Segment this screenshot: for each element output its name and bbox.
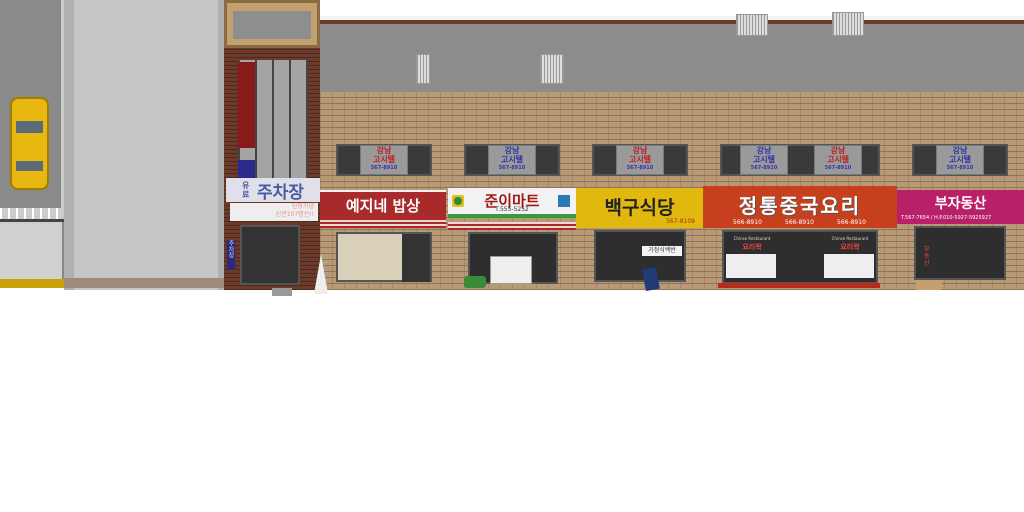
vertical-blue-sign	[238, 160, 255, 178]
red-step	[718, 283, 880, 288]
vertical-red-sign	[238, 62, 255, 148]
awning	[320, 218, 446, 228]
shop-sign-juni-mart: 준이마트 T.555-5252	[448, 188, 576, 218]
storefront-chinese[interactable]: Chinse Restaurant 요리왁 Chinse Restaurant …	[722, 230, 878, 284]
awning	[448, 222, 576, 230]
parking-name: 주차장	[257, 182, 304, 203]
rubble	[64, 278, 224, 288]
storefront-buja[interactable]: 부동산	[914, 226, 1006, 280]
drink-cooler	[490, 256, 532, 284]
parking-door[interactable]	[240, 225, 300, 285]
parking-sign: 유료 주차장	[226, 178, 320, 203]
bags	[464, 276, 486, 288]
gositel-sign: 강남 고시텔 567-8910	[360, 145, 408, 175]
parking-small: 유료	[242, 181, 250, 199]
shop-sign-buja: 부자동산 T.567-7654 / H.P.010-5927-5925927	[897, 190, 1024, 224]
side-sign: 주차장	[227, 240, 235, 270]
shop-sign-baekgu: 백구식당 567-8109	[576, 188, 703, 228]
shop-sign-yejine: 예지네 밥상	[320, 190, 446, 218]
ac-unit	[540, 54, 564, 84]
parking-banner: 단장기념 신관107명선!!	[230, 203, 318, 221]
banner-line-2: 신관107명선!!	[275, 211, 314, 218]
gositel-sign: 강남 고시텔 567-8910	[740, 145, 788, 175]
tall-building-top	[224, 0, 320, 48]
shop-sign-chinese: 정통중국요리 566-8910 566-8910 566-8910	[703, 186, 897, 228]
mart-logo-icon	[452, 195, 464, 207]
fence	[0, 208, 64, 222]
storefront-yejine[interactable]	[336, 232, 432, 282]
ac-unit	[416, 54, 430, 84]
curb	[272, 288, 292, 296]
taxi	[10, 97, 49, 190]
ac-unit	[736, 14, 768, 36]
storefront-baekgu[interactable]: 가정식백반	[594, 230, 686, 282]
sidewalk	[64, 0, 224, 290]
banner-line-1: 단장기념	[291, 203, 314, 210]
entrance-step	[916, 280, 942, 290]
gositel-sign: 강남 고시텔 567-8910	[936, 145, 984, 175]
ac-unit	[832, 12, 864, 36]
gositel-sign: 강남 고시텔 567-8910	[616, 145, 664, 175]
wall	[0, 222, 64, 288]
gositel-sign: 강남 고시텔 567-8910	[488, 145, 536, 175]
mart-badge-icon	[558, 195, 570, 207]
gositel-sign: 강남 고시텔 567-8910	[814, 145, 862, 175]
